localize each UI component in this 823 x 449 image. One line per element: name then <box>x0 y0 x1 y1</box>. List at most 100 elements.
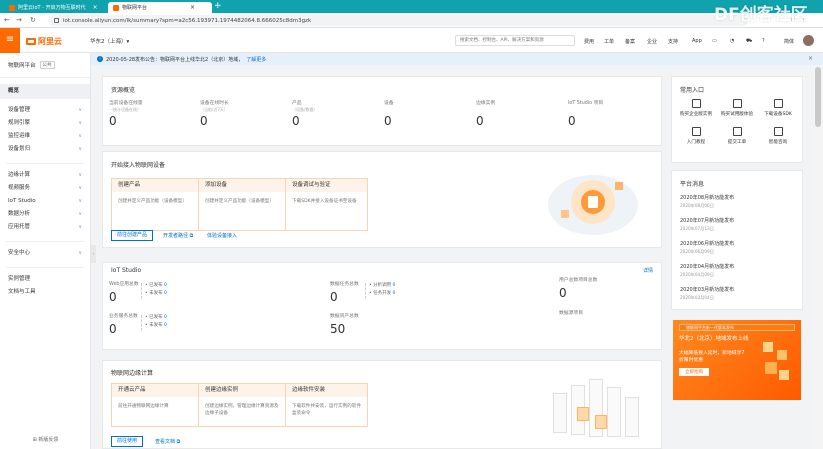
stat-value: 0 <box>200 114 208 128</box>
news-item[interactable]: 2020年07月新功能发布 2020年07月13日 <box>680 217 800 232</box>
news-item[interactable]: 2020年06月新功能发布 2020年06月09日 <box>680 240 800 255</box>
stat-value: 0 <box>330 290 338 304</box>
nav-enterprise[interactable]: 企业 <box>647 38 657 45</box>
create-product-button[interactable]: 前往创建产品 <box>111 230 154 241</box>
news-item[interactable]: 2020年04月新功能发布 2020年04月09日 <box>680 263 800 278</box>
help-icon[interactable]: ? <box>762 38 765 44</box>
sidebar-item-data-analysis[interactable]: 数据分析 ∨ <box>0 208 90 221</box>
stat-services[interactable]: 业务服务总数 0 <box>109 314 138 336</box>
stat-devices[interactable]: 设备 0 <box>384 101 394 128</box>
sidebar-item-rule-engine[interactable]: 规则引擎 ∨ <box>0 117 90 130</box>
buy-enterprise-instance[interactable]: 购买企业版实例 <box>676 99 716 117</box>
stat-online-duration[interactable]: 设备在线时长 （当前/近7天） 0 <box>200 101 229 128</box>
submit-ticket[interactable]: 提交工单 <box>717 127 757 145</box>
stat-iot-studio-projects[interactable]: IoT Studio 项目 0 <box>568 101 603 128</box>
card-title: 开始接入物联网设备 <box>111 162 166 169</box>
search-input[interactable] <box>455 35 575 46</box>
sidebar-item-security[interactable]: 安全中心 ∨ <box>0 247 90 260</box>
close-icon[interactable]: × <box>93 4 98 11</box>
stat-data-assets[interactable]: 数据资产总数 50 <box>330 314 359 336</box>
instance-badge[interactable]: 公共 <box>39 61 55 69</box>
step-install-edge-software[interactable]: 边缘软件安装 下载软件并安装，运行实例的软件盒装命令 <box>285 383 368 427</box>
sidebar-item-iot-studio[interactable]: IoT Studio ∨ <box>0 195 90 208</box>
developer-path-link[interactable]: 开发者路径 ⧉ <box>163 232 193 239</box>
sidebar-item-device-assign[interactable]: 设备划归 ∨ <box>0 143 90 156</box>
download-sdk[interactable]: 下载设备SDK <box>758 99 798 117</box>
language-switch[interactable]: 简体 <box>784 38 794 45</box>
cart-icon[interactable]: ⛟ <box>746 38 752 45</box>
announcement-link[interactable]: 了解更多 <box>246 56 266 63</box>
sidebar-item-monitoring[interactable]: 监控运维 ∨ <box>0 130 90 143</box>
close-icon[interactable]: × <box>808 55 813 62</box>
iot-studio-detail-link[interactable]: 详情 <box>643 267 653 274</box>
buy-trial[interactable]: 购买试用版体验 <box>717 99 757 117</box>
stat-online-devices[interactable]: 当前设备在线量 （统计设备在线） 0 <box>109 101 143 128</box>
stat-edge-instances[interactable]: 边缘实例 0 <box>476 101 495 128</box>
aliyun-favicon-icon <box>9 4 15 11</box>
watermark-logo: DF创客社区 <box>714 5 808 25</box>
step-create-product[interactable]: 创建产品 创建并定义产品功能（设备模型） <box>111 178 199 231</box>
notification-icon[interactable]: ◔ <box>730 38 734 44</box>
news-item[interactable]: 2020年08月新功能发布 2020年08月06日 <box>680 194 800 209</box>
tutorial[interactable]: 入门教程 <box>676 127 716 145</box>
news-item[interactable]: 2020年03月新功能发布 2020年03月04日 <box>680 286 800 301</box>
nav-tickets[interactable]: 工单 <box>604 38 614 45</box>
buy-now-button[interactable]: 立即抢购 <box>679 368 709 376</box>
aliyun-favicon-icon <box>113 4 119 11</box>
promo-graphic <box>759 336 795 392</box>
back-icon[interactable]: ← <box>4 15 10 26</box>
try-device-access-link[interactable]: 体验设备接入 <box>207 232 237 239</box>
forward-icon[interactable]: → <box>16 15 22 26</box>
new-tab-icon[interactable]: + <box>214 1 222 12</box>
sidebar-item-label: 文档与工具 <box>8 289 36 295</box>
nav-app[interactable]: App <box>692 38 702 44</box>
web-unpublished: • 未发布 0 <box>145 291 167 296</box>
url-field[interactable]: iot.console.aliyun.com/lk/summary?spm=a2… <box>48 15 748 26</box>
sidebar-header: 物联网平台 公共 <box>0 53 90 78</box>
browser-tab-aliyun-iot[interactable]: 阿里云IoT - 开启万物互联时代 × <box>4 2 104 13</box>
stat-data-tasks[interactable]: 数据任务总数 0 <box>330 282 359 304</box>
step-open-product[interactable]: 开通云产品 前往开通物联网边缘计算 <box>111 383 199 427</box>
nav-icp[interactable]: 备案 <box>625 38 635 45</box>
sidebar-item-app-hosting[interactable]: 应用托管 ∨ <box>0 221 90 234</box>
nav-support[interactable]: 支持 <box>668 38 678 45</box>
view-docs-link[interactable]: 查看文档 ⧉ <box>155 438 180 445</box>
step-add-device[interactable]: 添加设备 创建并定义产品功能（设备模型） <box>198 178 286 231</box>
browser-tab-iot-platform[interactable]: 物联网平台 × <box>108 2 212 13</box>
go-use-button[interactable]: 前往使用 <box>111 436 144 447</box>
smart-consult[interactable]: 智能咨询 <box>758 127 798 145</box>
reload-icon[interactable]: ↻ <box>30 15 36 26</box>
step-create-edge-instance[interactable]: 创建边缘实例 创建边缘实例，管理边缘计算资源及边缘子设备 <box>198 383 286 427</box>
sidebar-item-label: 安全中心 <box>8 250 31 256</box>
cloud-shell-icon[interactable]: ▭ <box>712 38 717 44</box>
stat-value: 0 <box>476 114 484 128</box>
scrollbar-thumb[interactable] <box>815 67 821 127</box>
close-icon[interactable]: × <box>190 4 195 11</box>
stat-products[interactable]: 产品 （设备/数据） 0 <box>292 101 317 128</box>
aliyun-logo[interactable]: 阿里云 <box>26 36 62 47</box>
iot-illustration <box>543 160 643 240</box>
news-title: 2020年04月新功能发布 <box>680 264 735 270</box>
sidebar-item-instances[interactable]: 实例管理 <box>0 273 90 286</box>
sidebar-item-docs-tools[interactable]: 文档与工具 <box>0 286 90 299</box>
sidebar-item-device-mgmt[interactable]: 设备管理 ∨ <box>0 104 90 117</box>
sidebar-item-label: 设备管理 <box>8 107 31 113</box>
announcement-bar: i 2020-05-28发布公告：物联网平台上线华北2（北京）地域， 了解更多 … <box>91 53 823 65</box>
page-scrollbar[interactable] <box>814 65 823 449</box>
promo-banner[interactable]: 物联网平台新一代版本发布 华北2（北京）地域发布上线 大幅降低接入延时，新地域享… <box>673 320 801 400</box>
service-published: • 已发布 0 <box>145 315 167 320</box>
stat-user-projects[interactable]: 用户总数项目总数 0 <box>559 278 597 300</box>
sidebar-collapse-handle[interactable]: ‹ <box>91 245 96 263</box>
menu-icon[interactable]: ≡ <box>0 28 20 53</box>
stat-web-apps[interactable]: Web应用总数 0 <box>109 282 139 304</box>
sidebar-item-video[interactable]: 视频服务 ∨ <box>0 182 90 195</box>
sidebar-item-edge[interactable]: 边缘计算 ∨ <box>0 169 90 182</box>
avatar[interactable] <box>803 35 814 46</box>
nav-fees[interactable]: 费用 <box>584 38 594 45</box>
step-debug-verify[interactable]: 设备调试与验证 下载SDK并接入设备证书至设备 <box>285 178 368 231</box>
sidebar-item-overview[interactable]: 概览 <box>0 84 90 99</box>
feedback-link[interactable]: ⊞ 新版反馈 <box>0 436 91 443</box>
region-selector[interactable]: 华东2（上海）▾ <box>90 37 129 45</box>
stat-label: IoT Studio 项目 <box>568 101 604 106</box>
stat-data-sources[interactable]: 数据源项目 <box>559 311 583 317</box>
